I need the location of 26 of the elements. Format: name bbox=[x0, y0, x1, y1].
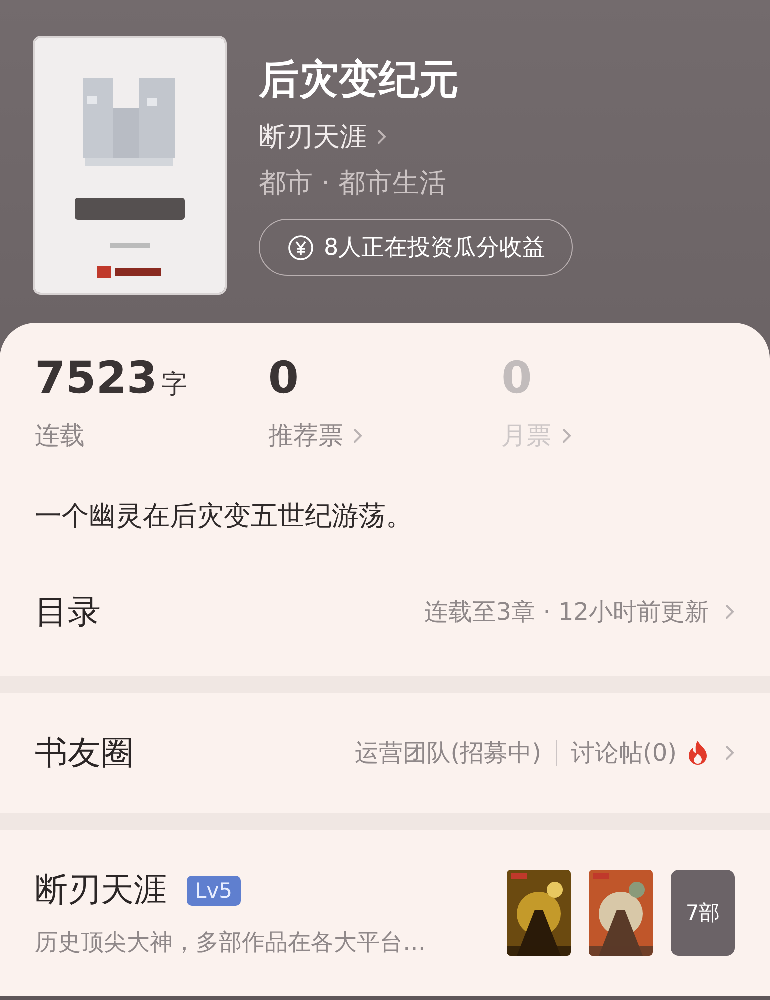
chevron-icon bbox=[725, 604, 735, 620]
chevron-icon bbox=[377, 129, 387, 145]
stat-value: 7523 bbox=[35, 353, 158, 404]
stat-link[interactable]: 推荐票 bbox=[268, 419, 364, 452]
stat-unit: 字 bbox=[161, 369, 188, 402]
chevron-icon bbox=[725, 745, 735, 761]
stat-value: 0 bbox=[268, 353, 299, 404]
section-title: 目录 bbox=[35, 590, 101, 632]
chevron-icon bbox=[562, 428, 572, 444]
stat-label: 连载 bbox=[35, 420, 85, 452]
author-name: 断刃天涯 bbox=[35, 869, 167, 911]
posts-link[interactable]: 讨论帖(0) bbox=[571, 737, 677, 769]
author-intro: 历史顶尖大神，多部作品在各大平台… bbox=[35, 929, 426, 958]
catalog-link[interactable]: 连载至3章 · 12小时前更新 bbox=[424, 596, 735, 628]
chevron-icon bbox=[353, 428, 364, 444]
category-text: 都市 · 都市生活 bbox=[259, 167, 447, 201]
book-title: 后灾变纪元 bbox=[259, 56, 459, 105]
stat-value: 0 bbox=[502, 353, 532, 404]
more-works-button[interactable]: 7部 bbox=[671, 870, 735, 956]
author-link[interactable]: 断刃天涯 bbox=[259, 119, 387, 155]
book-description: 一个幽灵在后灾变五世纪游荡。 bbox=[34, 500, 414, 534]
section-title: 书友圈 bbox=[35, 732, 134, 774]
level-badge: Lv5 bbox=[187, 876, 240, 906]
team-link[interactable]: 运营团队(招募中) bbox=[354, 737, 542, 769]
yen-icon bbox=[288, 234, 314, 260]
invest-button[interactable]: 8人正在投资瓜分收益 bbox=[259, 219, 573, 276]
